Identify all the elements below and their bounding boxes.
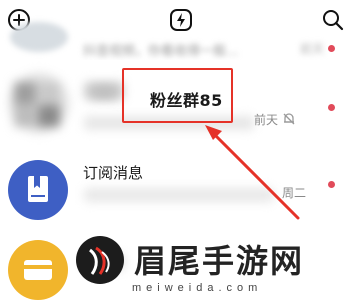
watermark-logo-icon bbox=[89, 246, 110, 275]
muted-bell-icon bbox=[283, 113, 295, 125]
watermark-logo bbox=[76, 236, 124, 284]
unread-dot bbox=[328, 181, 335, 188]
unread-dot bbox=[328, 104, 335, 111]
chat-time: 前天 bbox=[254, 113, 279, 127]
blurred-name bbox=[92, 86, 116, 98]
wallet-icon bbox=[24, 260, 52, 280]
avatar bbox=[8, 160, 68, 220]
avatar bbox=[8, 240, 68, 300]
avatar bbox=[10, 22, 68, 52]
chat-title: 订阅消息 bbox=[83, 164, 144, 182]
avatar bbox=[9, 73, 69, 133]
search-icon[interactable] bbox=[320, 7, 346, 33]
chat-row[interactable]: 抖音视频，你看收得一般... 前天 bbox=[0, 22, 353, 60]
watermark-domain: meiweida.com bbox=[132, 282, 263, 294]
watermark-brand: 眉尾手游网 bbox=[134, 242, 305, 280]
highlight-box bbox=[122, 68, 233, 123]
lightning-icon[interactable] bbox=[168, 7, 194, 33]
bookmark-icon bbox=[28, 176, 48, 202]
blurred-preview bbox=[84, 188, 274, 202]
chat-time: 周二 bbox=[282, 186, 307, 200]
chat-time: 前天 bbox=[300, 42, 325, 56]
chat-row-subscription[interactable]: 订阅消息 周二 bbox=[0, 148, 353, 232]
chat-preview: 抖音视频，你看收得一般... bbox=[83, 44, 239, 59]
unread-dot bbox=[328, 45, 335, 52]
